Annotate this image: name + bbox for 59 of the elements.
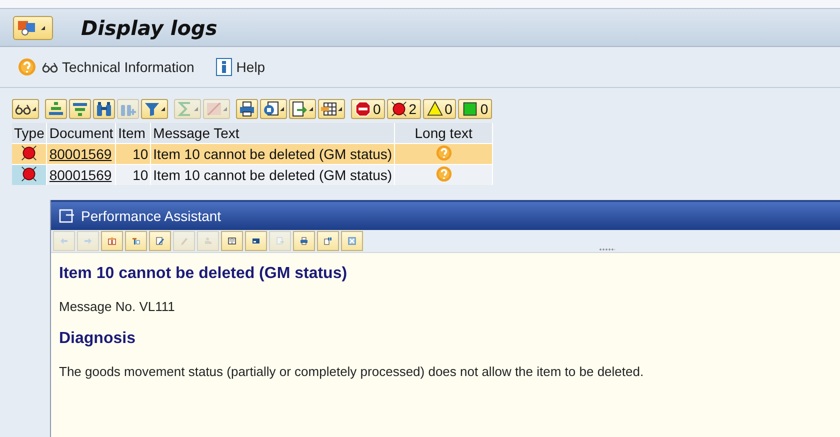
caret-icon [280,107,284,111]
stacked-bars-icon [72,101,88,117]
toolbar-button[interactable] [245,231,267,251]
toolbar-button[interactable] [289,99,316,119]
table-cell: 10 [116,144,151,164]
column-header[interactable]: Message Text [150,123,395,144]
column-header[interactable]: Long text [394,123,493,144]
info-icon [216,58,232,76]
export-icon [292,101,308,117]
message-count-button[interactable]: 0 [422,99,456,119]
caret-icon [41,26,45,30]
caret-icon [32,107,36,111]
diagnosis-text: The goods movement status (partially or completely processed) does not allow the item to be deleted. [59,364,645,379]
toolbar-button[interactable] [12,99,39,119]
message-count-button[interactable]: 2 [386,99,421,119]
funnel-icon [144,101,160,117]
section-heading: Diagnosis [59,330,136,348]
message-count-button[interactable]: 0 [351,99,385,119]
menu-button[interactable] [13,16,53,40]
document-link[interactable]: 80001569 [49,146,112,162]
table-cell: 10 [116,164,151,185]
toolbar-button[interactable] [260,99,287,119]
caret-icon [223,107,227,111]
screen-icon [263,101,279,117]
toolbar-button[interactable] [221,231,243,251]
error-icon [390,101,407,117]
printer-icon [239,101,255,117]
sum-icon [177,101,193,117]
help-button[interactable]: Help [216,58,272,76]
caret-icon [338,107,342,111]
column-header[interactable]: Type [12,123,47,144]
crossed-table-icon [206,101,222,117]
caret-icon [161,107,165,111]
document-link[interactable]: 80001569 [49,167,112,183]
warning-triangle-icon [426,101,443,117]
stop-sign-icon [355,101,371,117]
column-header[interactable]: Item [116,123,151,144]
toolbar-button[interactable] [93,99,115,119]
window-title: Performance Assistant [81,208,222,224]
caret-icon [309,107,313,111]
window-title: Display logs [81,16,218,40]
question-icon [18,58,36,76]
technical-information-button[interactable]: Technical Information [42,59,200,75]
window-icon [59,209,75,223]
table-cell: Item 10 cannot be deleted (GM status) [150,164,395,185]
toolbar-button[interactable] [318,99,345,119]
screen-icon [17,20,37,36]
stacked-bars-icon [48,101,64,117]
toolbar-button[interactable] [236,99,258,119]
column-header[interactable]: Document [46,123,116,144]
message-heading: Item 10 cannot be deleted (GM status) [59,265,348,283]
resize-handle[interactable] [599,248,615,251]
message-count-button[interactable]: 0 [458,99,492,119]
caret-icon [194,107,198,111]
table-cell: Item 10 cannot be deleted (GM status) [150,144,395,164]
message-number: Message No. VL111 [59,299,176,314]
binoculars-icon [96,101,112,117]
grid-icon [321,101,337,117]
success-icon [462,101,478,117]
